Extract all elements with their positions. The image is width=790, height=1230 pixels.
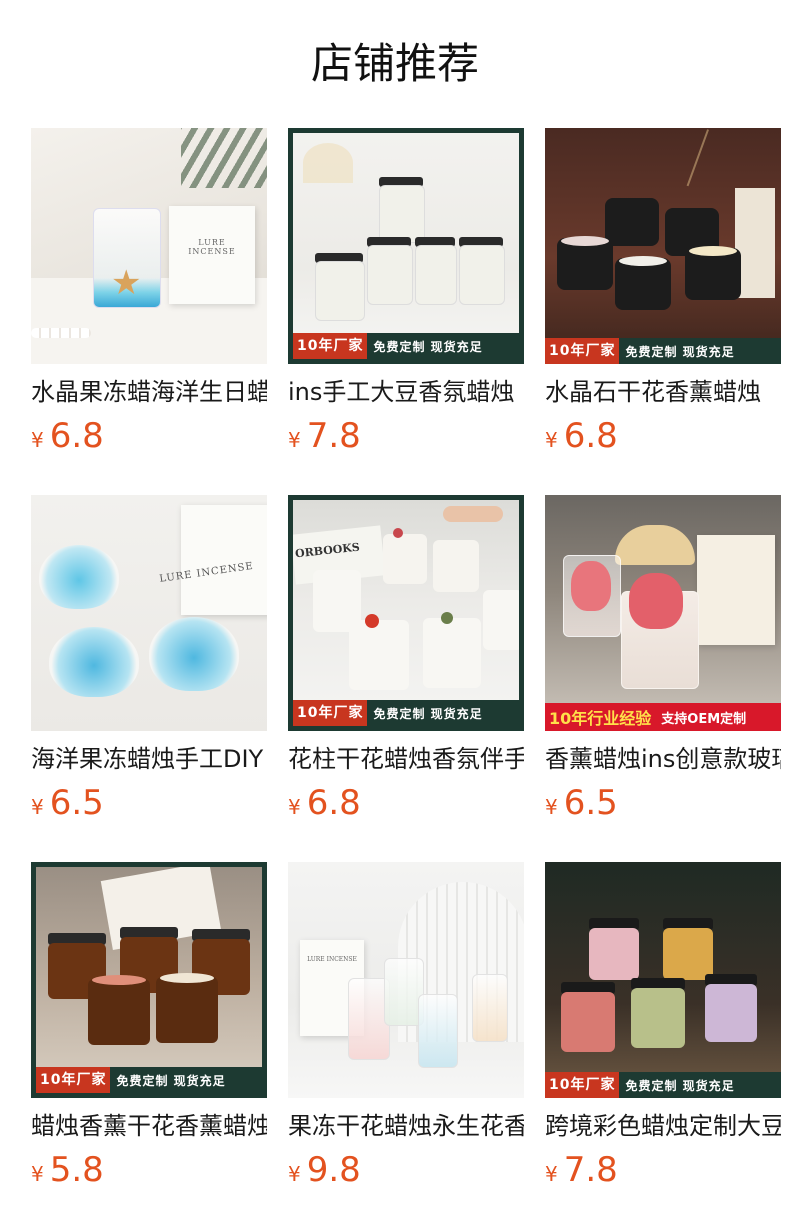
price-value: 6.5 (49, 783, 104, 823)
promo-banner: 10年行业经验 支持OEM定制 (545, 703, 781, 731)
product-title[interactable]: 水晶石干花香薰蜡烛 (545, 376, 781, 408)
banner-highlight: 10年厂家 (293, 700, 368, 726)
candle-scene: LURE INCENSE (31, 495, 267, 731)
promo-banner: 10年厂家 免费定制 现货充足 (545, 338, 781, 364)
price-value: 6.5 (563, 783, 618, 823)
product-price: ¥6.5 (31, 781, 104, 825)
promo-banner: 10年厂家 免费定制 现货充足 (36, 1067, 262, 1093)
currency-symbol: ¥ (545, 1162, 558, 1186)
product-card[interactable]: LURE INCENSE 果冻干花蜡烛永生花香薰 ¥9.8 (288, 862, 524, 1229)
product-title[interactable]: 香薰蜡烛ins创意款玻璃杯 (545, 743, 781, 775)
product-price: ¥7.8 (288, 414, 361, 458)
banner-text: 免费定制 现货充足 (373, 339, 483, 354)
product-title[interactable]: 果冻干花蜡烛永生花香薰 (288, 1110, 524, 1142)
product-card[interactable]: 10年厂家 免费定制 现货充足 水晶石干花香薰蜡烛 ¥6.8 (545, 128, 781, 495)
product-image[interactable]: 10年行业经验 支持OEM定制 (545, 495, 781, 731)
product-price: ¥7.8 (545, 1148, 618, 1192)
product-image[interactable]: 10年厂家 免费定制 现货充足 (31, 862, 267, 1098)
product-image[interactable]: LURE INCENSE (288, 862, 524, 1098)
starfish-icon: ★ (111, 263, 142, 303)
promo-banner: 10年厂家 免费定制 现货充足 (293, 333, 519, 359)
candle-scene (545, 128, 781, 364)
promo-banner: 10年厂家 免费定制 现货充足 (293, 700, 519, 726)
price-value: 6.8 (563, 416, 618, 456)
product-card[interactable]: 10年厂家 免费定制 现货充足 蜡烛香薰干花香薰蜡烛 ¥5.8 (31, 862, 267, 1229)
price-value: 9.8 (306, 1150, 361, 1190)
candle-scene (545, 862, 781, 1098)
banner-text: 免费定制 现货充足 (625, 1078, 735, 1093)
currency-symbol: ¥ (288, 795, 301, 819)
candle-scene (36, 867, 262, 1093)
product-card[interactable]: LURE INCENSE 海洋果冻蜡烛手工DIY ¥6.5 (31, 495, 267, 862)
banner-highlight: 10年厂家 (293, 333, 368, 359)
candle-scene: LURE INCENSE (288, 862, 524, 1098)
banner-text: 免费定制 现货充足 (625, 344, 735, 359)
product-image[interactable]: 10年厂家 免费定制 现货充足 (545, 128, 781, 364)
candle-scene: ORBOOKS (293, 500, 519, 726)
product-title[interactable]: 海洋果冻蜡烛手工DIY (31, 743, 267, 775)
product-image[interactable]: LURE INCENSE ★ (31, 128, 267, 364)
page-title: 店铺推荐 (310, 39, 479, 88)
product-image[interactable]: 10年厂家 免费定制 现货充足 (545, 862, 781, 1098)
currency-symbol: ¥ (31, 428, 44, 452)
banner-text: 支持OEM定制 (661, 711, 747, 727)
product-title[interactable]: 花柱干花蜡烛香氛伴手礼 (288, 743, 524, 775)
box-brand-label: LURE INCENSE (188, 238, 236, 256)
price-value: 6.8 (49, 416, 104, 456)
candle-scene: LURE INCENSE ★ (31, 128, 267, 364)
banner-highlight: 10年行业经验 (549, 709, 652, 728)
product-title[interactable]: 水晶果冻蜡海洋生日蜡烛 (31, 376, 267, 408)
price-value: 7.8 (563, 1150, 618, 1190)
box-brand-label: LURE INCENSE (307, 956, 357, 963)
product-price: ¥6.8 (288, 781, 361, 825)
product-title[interactable]: ins手工大豆香氛蜡烛 (288, 376, 524, 408)
candle-scene (293, 133, 519, 359)
product-card[interactable]: 10年厂家 免费定制 现货充足 跨境彩色蜡烛定制大豆蜡 ¥7.8 (545, 862, 781, 1229)
banner-highlight: 10年厂家 (545, 338, 620, 364)
currency-symbol: ¥ (545, 795, 558, 819)
banner-highlight: 10年厂家 (36, 1067, 111, 1093)
currency-symbol: ¥ (288, 1162, 301, 1186)
product-card[interactable]: LURE INCENSE ★ 水晶果冻蜡海洋生日蜡烛 ¥6.8 (31, 128, 267, 495)
price-value: 5.8 (49, 1150, 104, 1190)
product-image[interactable]: LURE INCENSE (31, 495, 267, 731)
candle-scene (545, 495, 781, 731)
currency-symbol: ¥ (288, 428, 301, 452)
price-value: 6.8 (306, 783, 361, 823)
banner-text: 免费定制 现货充足 (373, 706, 483, 721)
product-price: ¥5.8 (31, 1148, 104, 1192)
product-title[interactable]: 跨境彩色蜡烛定制大豆蜡 (545, 1110, 781, 1142)
product-price: ¥6.5 (545, 781, 618, 825)
product-card[interactable]: ORBOOKS 10年厂家 免费定制 现货充足 花柱干花蜡烛香氛伴手礼 ¥6.8 (288, 495, 524, 862)
product-image[interactable]: ORBOOKS 10年厂家 免费定制 现货充足 (288, 495, 524, 731)
currency-symbol: ¥ (31, 1162, 44, 1186)
product-card[interactable]: 10年行业经验 支持OEM定制 香薰蜡烛ins创意款玻璃杯 ¥6.5 (545, 495, 781, 862)
price-value: 7.8 (306, 416, 361, 456)
product-title[interactable]: 蜡烛香薰干花香薰蜡烛 (31, 1110, 267, 1142)
product-image[interactable]: 10年厂家 免费定制 现货充足 (288, 128, 524, 364)
currency-symbol: ¥ (545, 428, 558, 452)
promo-banner: 10年厂家 免费定制 现货充足 (545, 1072, 781, 1098)
product-price: ¥6.8 (545, 414, 618, 458)
product-price: ¥6.8 (31, 414, 104, 458)
banner-text: 免费定制 现货充足 (116, 1073, 226, 1088)
banner-highlight: 10年厂家 (545, 1072, 620, 1098)
product-grid: LURE INCENSE ★ 水晶果冻蜡海洋生日蜡烛 ¥6.8 (31, 128, 790, 1229)
currency-symbol: ¥ (31, 795, 44, 819)
product-price: ¥9.8 (288, 1148, 361, 1192)
product-card[interactable]: 10年厂家 免费定制 现货充足 ins手工大豆香氛蜡烛 ¥7.8 (288, 128, 524, 495)
